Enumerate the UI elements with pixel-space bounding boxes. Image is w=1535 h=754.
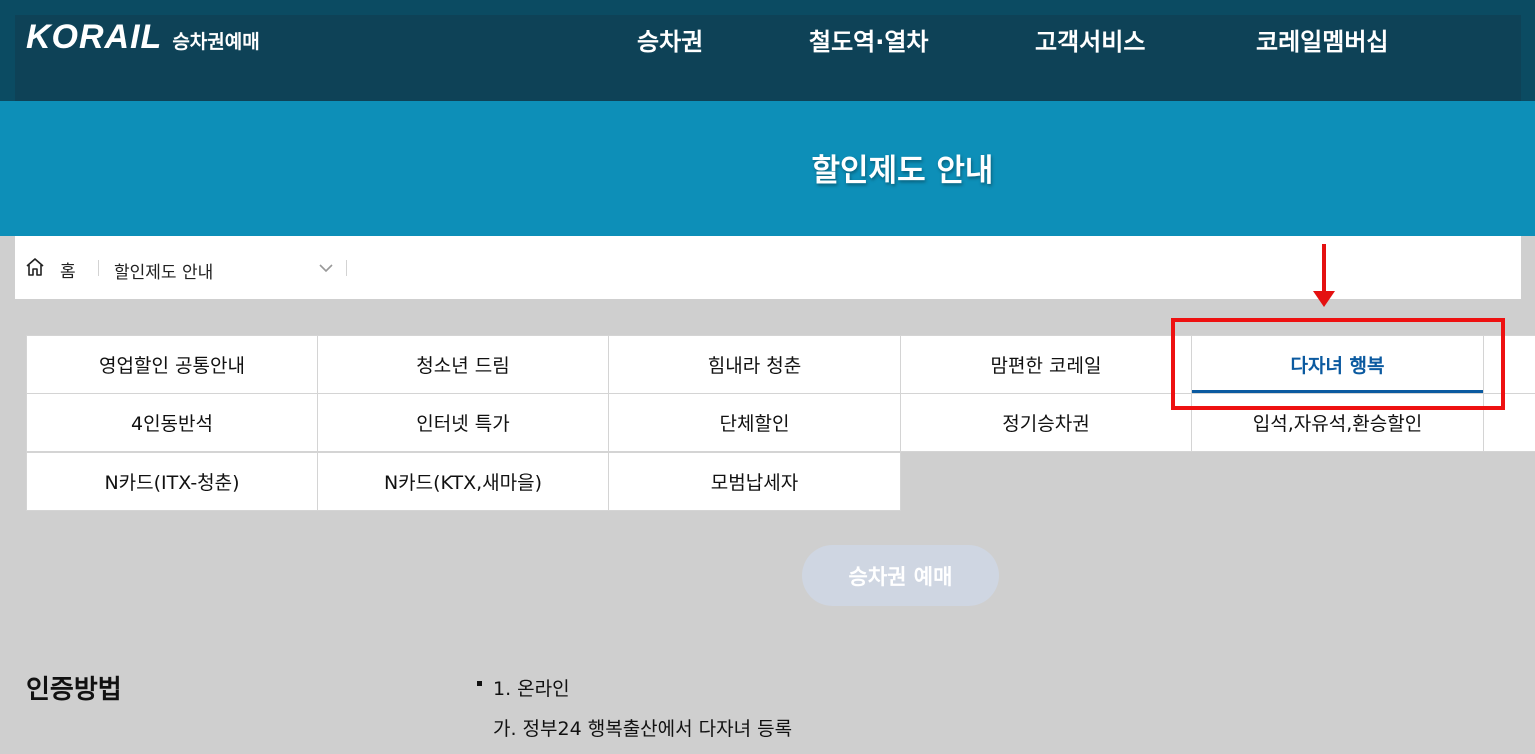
tab-n-card-itx[interactable]: N카드(ITX-청춘): [26, 452, 318, 511]
annotation-arrow: [1322, 244, 1326, 292]
section-item: 가. 정부24 행복출산에서 다자녀 등록: [493, 718, 793, 740]
breadcrumb: 홈 할인제도 안내: [0, 236, 1535, 300]
page-title: 할인제도 안내: [811, 153, 994, 189]
section-item: 1. 온라인: [493, 678, 570, 700]
tab-group-discount[interactable]: 단체할인: [608, 393, 901, 452]
annotation-highlight-box: [1171, 318, 1505, 410]
breadcrumb-divider: [346, 260, 347, 276]
nav-item-membership[interactable]: 코레일멤버십: [1256, 22, 1388, 57]
section-title: 인증방법: [26, 675, 122, 705]
tab-internet-special[interactable]: 인터넷 특가: [317, 393, 609, 452]
hero-banner: 할인제도 안내: [0, 101, 1535, 236]
main-nav: 승차권 철도역·열차 고객서비스 코레일멤버십: [0, 22, 1535, 58]
breadcrumb-divider: [98, 260, 99, 276]
tab-season-ticket[interactable]: 정기승차권: [900, 393, 1192, 452]
nav-item-customer-service[interactable]: 고객서비스: [1035, 22, 1145, 57]
tab-four-person-seat[interactable]: 4인동반석: [26, 393, 318, 452]
nav-item-tickets[interactable]: 승차권: [637, 22, 703, 57]
chevron-down-icon[interactable]: [318, 261, 334, 275]
annotation-arrow-head: [1313, 291, 1335, 307]
frame-border-left: [0, 236, 15, 754]
home-icon[interactable]: [25, 257, 45, 277]
tab-n-card-ktx[interactable]: N카드(KTX,새마을): [317, 452, 609, 511]
tab-youth-dream[interactable]: 청소년 드림: [317, 335, 609, 394]
book-ticket-button[interactable]: 승차권 예매: [802, 545, 999, 606]
breadcrumb-home[interactable]: 홈: [60, 257, 76, 282]
breadcrumb-current[interactable]: 할인제도 안내: [114, 258, 213, 283]
bullet-marker: [477, 681, 482, 686]
tab-comfortable-korail[interactable]: 맘편한 코레일: [900, 335, 1192, 394]
frame-border-bottom: [0, 739, 1535, 754]
nav-item-stations-trains[interactable]: 철도역·열차: [809, 22, 929, 57]
tab-cheer-up-youth[interactable]: 힘내라 청춘: [608, 335, 901, 394]
tab-model-taxpayer[interactable]: 모범납세자: [608, 452, 901, 511]
tab-business-discount[interactable]: 영업할인 공통안내: [26, 335, 318, 394]
frame-border-right: [1521, 236, 1535, 754]
